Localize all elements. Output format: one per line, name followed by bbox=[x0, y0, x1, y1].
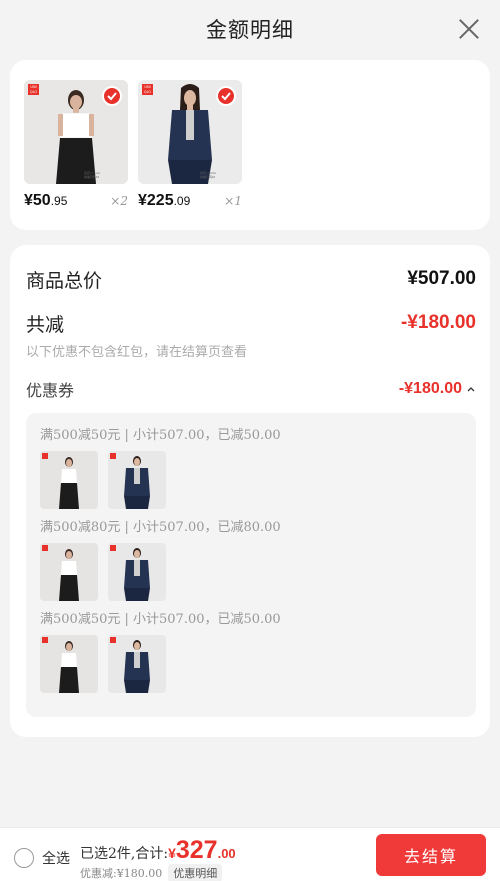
product-thumb[interactable] bbox=[40, 543, 98, 601]
product-item[interactable]: 身高170cm 穿着尺码M UNI QLO ¥225.09 ×1 bbox=[138, 80, 242, 209]
chevron-up-icon bbox=[467, 387, 475, 392]
product-thumb[interactable] bbox=[40, 635, 98, 693]
summary-total-dec: .00 bbox=[217, 846, 236, 861]
coupon-row[interactable]: 优惠券 -¥180.00 bbox=[26, 377, 476, 401]
product-price: ¥50.95 bbox=[24, 192, 68, 209]
summary-total: 已选2件,合计: ¥ 327 .00 bbox=[80, 836, 236, 864]
coupon-group-title: 满500减50元 | 小计507.00，已减50.00 bbox=[40, 428, 281, 443]
summary-discount: 优惠减:¥180.00 优惠明细 bbox=[80, 864, 236, 881]
total-value: ¥507.00 bbox=[407, 268, 476, 289]
selected-check-icon[interactable] bbox=[102, 86, 122, 106]
discount-row: 共减 -¥180.00 bbox=[26, 309, 476, 337]
header: 金额明细 bbox=[0, 0, 500, 58]
coupon-group-title: 满500减50元 | 小计507.00，已减50.00 bbox=[40, 612, 281, 627]
coupon-toggle[interactable]: -¥180.00 bbox=[399, 380, 476, 398]
product-thumb[interactable] bbox=[108, 451, 166, 509]
coupon-group-thumbs bbox=[40, 543, 166, 601]
discount-value: -¥180.00 bbox=[400, 312, 476, 333]
coupon-group-thumbs bbox=[40, 451, 166, 509]
selected-products-card: 身高170cm 穿着尺码M UNI QLO ¥50.95 ×2 身高170cm bbox=[10, 60, 490, 230]
coupon-group: 满500减80元 | 小计507.00，已减80.00 bbox=[40, 519, 460, 601]
summary-discount-text: 优惠减:¥180.00 bbox=[80, 867, 163, 880]
product-thumb[interactable] bbox=[40, 451, 98, 509]
discount-detail-button[interactable]: 优惠明细 bbox=[168, 864, 223, 881]
brand-logo bbox=[110, 637, 116, 643]
summary-total-int: 327 bbox=[175, 836, 218, 864]
total-row: 商品总价 ¥507.00 bbox=[26, 265, 476, 293]
product-qty: ×2 bbox=[110, 194, 128, 208]
product-qty: ×1 bbox=[224, 194, 242, 208]
brand-logo bbox=[42, 453, 48, 459]
checkout-bar: 全选 已选2件,合计: ¥ 327 .00 优惠减:¥180.00 优惠明细 去… bbox=[0, 827, 500, 881]
product-image: 身高170cm 穿着尺码M UNI QLO bbox=[24, 80, 128, 184]
svg-text:穿着尺码M: 穿着尺码M bbox=[200, 174, 215, 179]
product-thumb[interactable] bbox=[108, 543, 166, 601]
summary-prefix: 已选2件,合计: bbox=[80, 846, 169, 862]
order-summary: 已选2件,合计: ¥ 327 .00 优惠减:¥180.00 优惠明细 bbox=[80, 836, 236, 881]
summary-currency: ¥ bbox=[168, 845, 176, 861]
coupon-label: 优惠券 bbox=[26, 381, 75, 400]
selected-check-icon[interactable] bbox=[216, 86, 236, 106]
product-thumb[interactable] bbox=[108, 635, 166, 693]
product-item[interactable]: 身高170cm 穿着尺码M UNI QLO ¥50.95 ×2 bbox=[24, 80, 128, 209]
select-all-radio[interactable] bbox=[14, 848, 34, 868]
coupon-group: 满500减50元 | 小计507.00，已减50.00 bbox=[40, 611, 460, 693]
page-title: 金额明细 bbox=[206, 18, 294, 42]
brand-logo bbox=[42, 637, 48, 643]
close-icon[interactable] bbox=[458, 18, 480, 40]
coupon-value: -¥180.00 bbox=[398, 380, 462, 397]
brand-logo: UNI QLO bbox=[142, 84, 153, 95]
amount-detail-card: 商品总价 ¥507.00 共减 -¥180.00 以下优惠不包含红包，请在结算页… bbox=[10, 245, 490, 737]
total-label: 商品总价 bbox=[26, 269, 103, 292]
coupon-group-title: 满500减80元 | 小计507.00，已减80.00 bbox=[40, 520, 281, 535]
product-image: 身高170cm 穿着尺码M UNI QLO bbox=[138, 80, 242, 184]
price-row: ¥225.09 ×1 bbox=[138, 192, 242, 216]
coupon-group-thumbs bbox=[40, 635, 166, 693]
brand-logo bbox=[110, 545, 116, 551]
brand-logo: UNI QLO bbox=[28, 84, 39, 95]
discount-label: 共减 bbox=[26, 313, 65, 336]
price-row: ¥50.95 ×2 bbox=[24, 192, 128, 216]
product-price: ¥225.09 bbox=[138, 192, 191, 209]
brand-logo bbox=[42, 545, 48, 551]
discount-note: 以下优惠不包含红包，请在结算页查看 bbox=[26, 345, 248, 360]
checkout-button[interactable]: 去结算 bbox=[376, 834, 486, 876]
coupon-group: 满500减50元 | 小计507.00，已减50.00 bbox=[40, 427, 460, 509]
select-all-label[interactable]: 全选 bbox=[42, 848, 70, 868]
svg-text:穿着尺码M: 穿着尺码M bbox=[84, 174, 99, 179]
coupon-groups: 满500减50元 | 小计507.00，已减50.00 满500减80元 | 小… bbox=[26, 413, 476, 717]
brand-logo bbox=[110, 453, 116, 459]
